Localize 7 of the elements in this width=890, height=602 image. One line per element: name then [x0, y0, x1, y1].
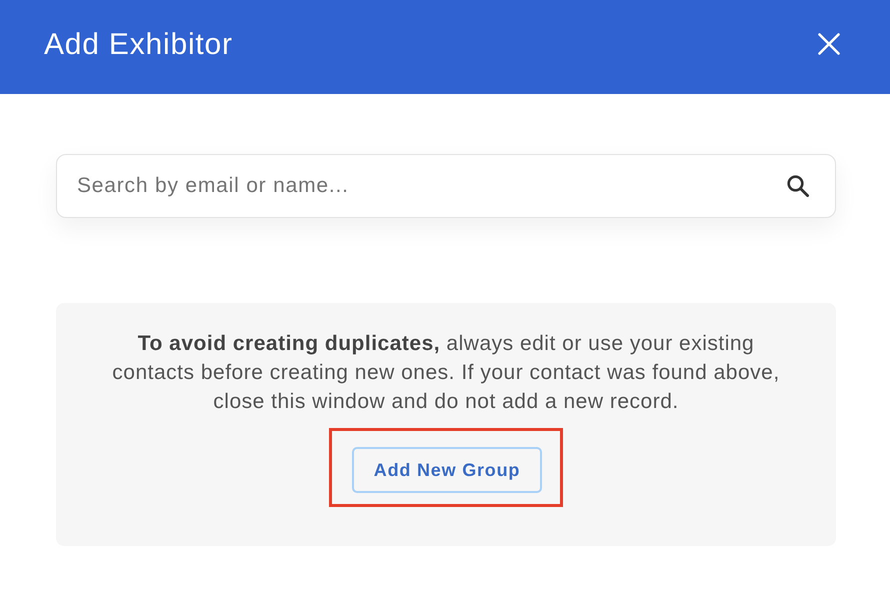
search-icon — [787, 175, 809, 197]
close-button[interactable] — [818, 33, 840, 55]
dialog-title: Add Exhibitor — [44, 28, 233, 63]
search-field[interactable]: Search by email or name... — [56, 154, 836, 218]
close-icon — [818, 33, 840, 55]
add-group-button[interactable]: Add New Group — [352, 447, 542, 493]
notice-text: To avoid creating duplicates, always edit or use your existing contacts before creating new ones. If your contact was found above, close this window and do not add a new record. — [111, 331, 781, 415]
